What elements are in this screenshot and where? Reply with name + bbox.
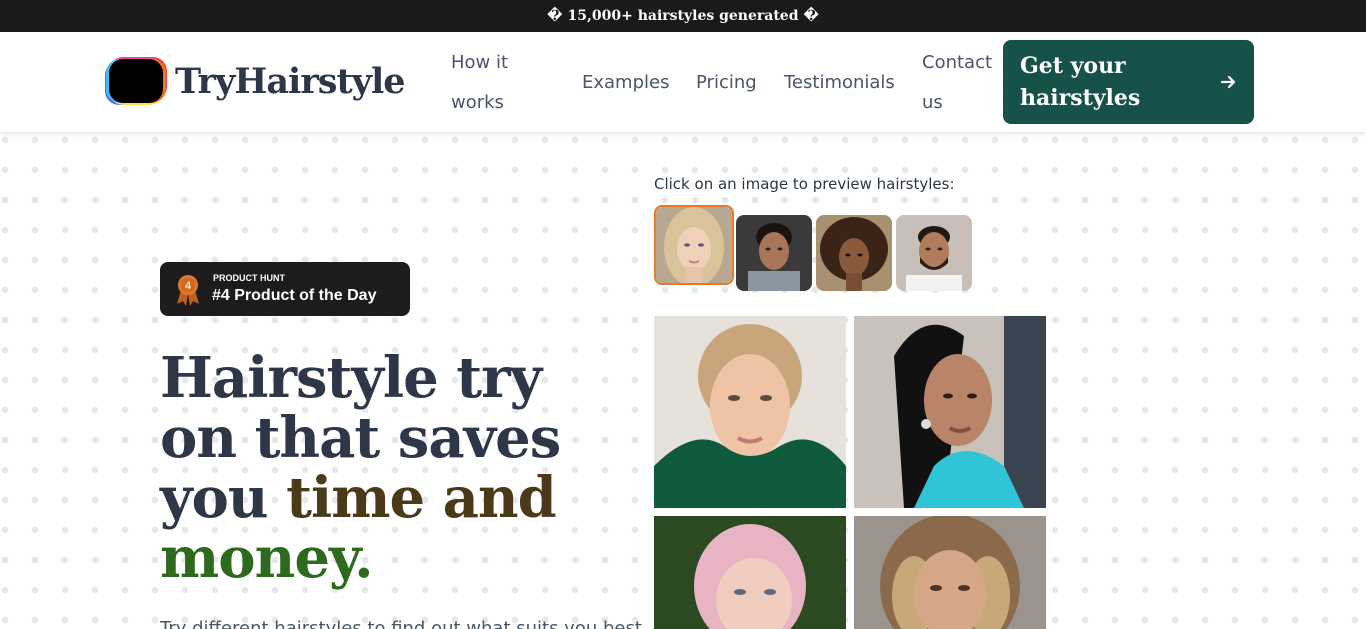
hero-subtext: Try different hairstyles to find out wha… (160, 618, 642, 629)
arrow-right-icon (1221, 74, 1237, 90)
navbar: TryHairstyle How it works Examples Prici… (0, 32, 1366, 132)
headline-line3-a: you (160, 465, 287, 531)
headline-line2: on that saves (160, 405, 561, 471)
product-hunt-badge[interactable]: 4 PRODUCT HUNT #4 Product of the Day (160, 262, 410, 316)
medal-icon: 4 (175, 274, 201, 306)
preview-label: Click on an image to preview hairstyles: (654, 175, 955, 193)
thumbnail-man-2[interactable] (896, 215, 972, 291)
result-image-updo-green[interactable] (654, 316, 846, 508)
nav-how-it-works[interactable]: How it works (451, 43, 508, 123)
logo-gradient-icon (109, 59, 163, 103)
get-hairstyles-button[interactable]: Get your hairstyles (1003, 40, 1254, 124)
logo[interactable]: TryHairstyle (109, 59, 406, 103)
nav-contact-us[interactable]: Contact us (922, 43, 992, 123)
nav-testimonials[interactable]: Testimonials (784, 63, 895, 103)
nav-examples[interactable]: Examples (582, 63, 669, 103)
thumbnail-blonde-woman[interactable] (654, 205, 734, 285)
headline-line1: Hairstyle try (160, 345, 542, 411)
result-image-pink-bob[interactable] (654, 516, 846, 629)
cta-line1: Get your (1020, 53, 1126, 79)
thumbnail-man-1[interactable] (736, 215, 812, 291)
headline-line4: money. (160, 525, 374, 591)
medal-rank: 4 (185, 280, 192, 292)
badge-label-small: PRODUCT HUNT (213, 273, 285, 283)
nav-pricing[interactable]: Pricing (696, 63, 757, 103)
hero-headline: Hairstyle try on that saves you time and… (160, 348, 600, 588)
result-image-sleek-black[interactable] (854, 316, 1046, 508)
announcement-bar: � 15,000+ hairstyles generated � (0, 0, 1366, 32)
result-image-balayage-waves[interactable] (854, 516, 1046, 629)
announcement-text: � 15,000+ hairstyles generated � (547, 8, 819, 24)
headline-line3-b: time and (286, 465, 557, 531)
badge-label-main: #4 Product of the Day (212, 287, 377, 304)
nav-contact-line1: Contact (922, 52, 993, 73)
nav-contact-line2: us (922, 92, 943, 113)
nav-how-it-works-line1: How it (451, 52, 509, 73)
thumbnail-curly-woman[interactable] (816, 215, 892, 291)
nav-how-it-works-line2: works (451, 92, 504, 113)
logo-text: TryHairstyle (175, 60, 406, 102)
cta-line2: hairstyles (1020, 85, 1141, 111)
headline-line3: you time and (160, 468, 600, 528)
